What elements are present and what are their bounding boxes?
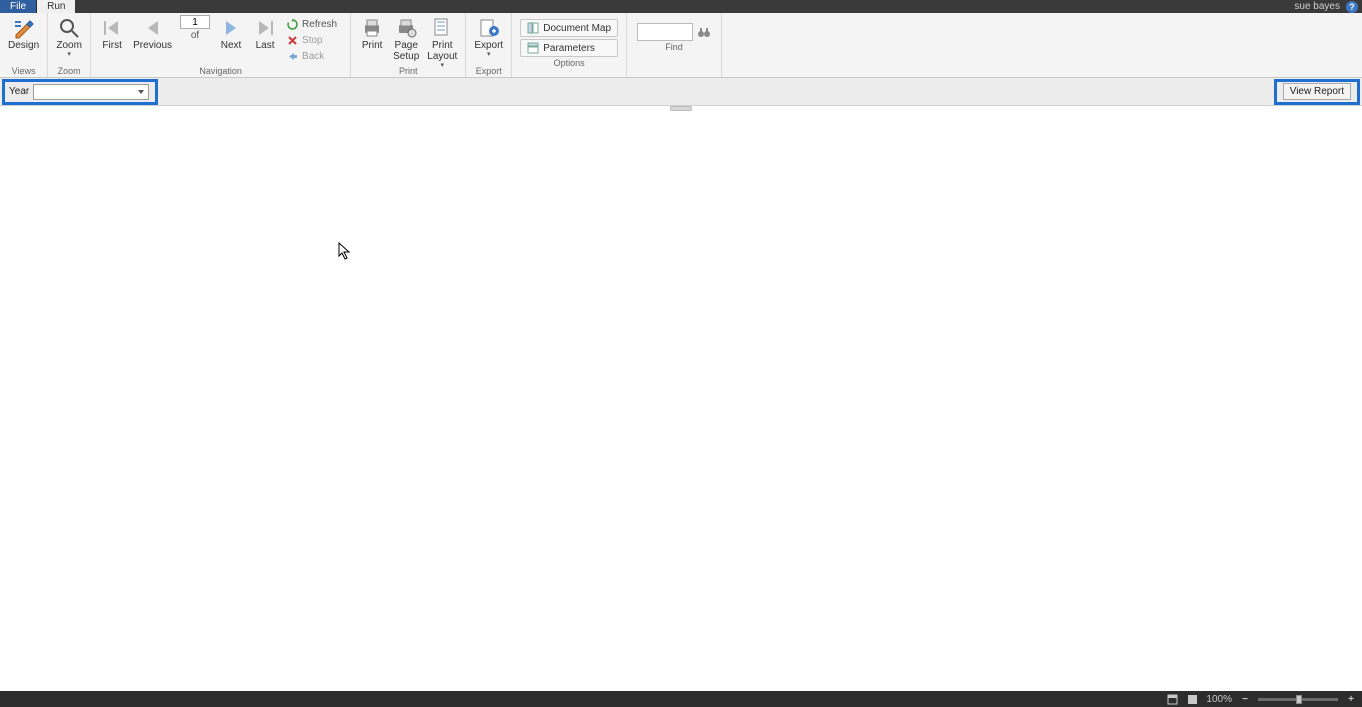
last-label: Last <box>256 40 275 51</box>
print-layout-button[interactable]: Print Layout ▾ <box>423 15 461 71</box>
previous-page-button[interactable]: Previous <box>129 15 176 53</box>
document-map-button[interactable]: Document Map <box>520 19 618 37</box>
stop-label: Stop <box>302 35 323 46</box>
print-icon <box>361 17 383 39</box>
ribbon-group-navigation: First Previous of Next <box>91 13 351 77</box>
design-button[interactable]: Design <box>4 15 43 53</box>
page-setup-icon <box>395 17 417 39</box>
group-label-find: Find <box>631 41 717 53</box>
previous-page-icon <box>142 17 164 39</box>
design-label: Design <box>8 40 39 51</box>
param-year-dropdown[interactable] <box>33 84 149 100</box>
zoom-percent-label: 100% <box>1206 694 1232 705</box>
previous-label: Previous <box>133 40 172 51</box>
first-page-button[interactable]: First <box>95 15 129 53</box>
chevron-down-icon: ▾ <box>67 50 71 58</box>
document-map-icon <box>527 22 539 34</box>
parameters-icon <box>527 42 539 54</box>
report-viewer-area <box>0 111 1362 686</box>
nav-actions-column: Refresh Stop Back <box>282 15 341 64</box>
help-icon[interactable]: ? <box>1346 1 1358 13</box>
last-page-button[interactable]: Last <box>248 15 282 53</box>
print-label: Print <box>362 40 383 51</box>
export-icon <box>478 17 500 39</box>
page-number-input[interactable] <box>180 15 210 29</box>
ribbon-group-print: Print Page Setup Print Layout ▾ Print <box>351 13 466 77</box>
find-input[interactable] <box>637 23 693 41</box>
tab-file[interactable]: File <box>0 0 37 13</box>
document-map-label: Document Map <box>543 23 611 34</box>
title-bar: File Run sue bayes ? <box>0 0 1362 13</box>
stop-button: Stop <box>282 33 341 48</box>
refresh-label: Refresh <box>302 19 337 30</box>
view-report-highlight: View Report <box>1274 79 1360 105</box>
export-button[interactable]: Export ▾ <box>470 15 507 60</box>
ribbon-toolbar: Design Views Zoom ▾ Zoom First <box>0 13 1362 78</box>
chevron-down-icon: ▾ <box>487 50 491 58</box>
zoom-out-button[interactable]: − <box>1240 694 1250 705</box>
group-label-navigation: Navigation <box>95 65 346 77</box>
param-year-highlight: Year <box>2 79 158 105</box>
zoom-button[interactable]: Zoom ▾ <box>52 15 86 60</box>
ribbon-group-export: Export ▾ Export <box>466 13 512 77</box>
refresh-icon <box>286 19 298 31</box>
status-layout-icon-1[interactable] <box>1166 693 1178 705</box>
print-layout-icon <box>431 17 453 39</box>
group-label-print: Print <box>355 65 461 77</box>
view-report-button[interactable]: View Report <box>1283 83 1351 100</box>
group-label-export: Export <box>470 65 507 77</box>
param-year-label: Year <box>9 86 29 97</box>
zoom-in-button[interactable]: + <box>1346 694 1356 705</box>
first-label: First <box>102 40 121 51</box>
menu-tabs: File Run <box>0 0 75 13</box>
print-button[interactable]: Print <box>355 15 389 53</box>
stop-icon <box>286 35 298 47</box>
back-label: Back <box>302 51 324 62</box>
page-setup-label: Page Setup <box>393 40 419 62</box>
user-name-label: sue bayes <box>1294 1 1340 12</box>
first-page-icon <box>101 17 123 39</box>
status-layout-icon-2[interactable] <box>1186 693 1198 705</box>
group-label-views: Views <box>4 65 43 77</box>
print-layout-label: Print Layout <box>427 40 457 62</box>
parameter-bar: Year View Report <box>0 78 1362 106</box>
page-setup-button[interactable]: Page Setup <box>389 15 423 64</box>
next-label: Next <box>221 40 242 51</box>
refresh-button[interactable]: Refresh <box>282 17 341 32</box>
ribbon-group-zoom: Zoom ▾ Zoom <box>48 13 91 77</box>
tab-run[interactable]: Run <box>37 0 75 13</box>
zoom-slider-thumb[interactable] <box>1296 695 1302 704</box>
parameters-button[interactable]: Parameters <box>520 39 618 57</box>
parameters-label: Parameters <box>543 43 595 54</box>
page-number-box: of <box>176 15 214 41</box>
next-page-icon <box>220 17 242 39</box>
zoom-slider[interactable] <box>1258 698 1338 701</box>
binoculars-icon[interactable] <box>697 25 711 39</box>
last-page-icon <box>254 17 276 39</box>
zoom-icon <box>58 17 80 39</box>
ribbon-group-options: Document Map Parameters Options <box>512 13 627 77</box>
group-label-zoom: Zoom <box>52 65 86 77</box>
page-of-label: of <box>191 30 199 41</box>
back-icon <box>286 51 298 63</box>
cursor-icon <box>338 242 352 260</box>
ribbon-group-find: Find <box>627 13 722 77</box>
next-page-button[interactable]: Next <box>214 15 248 53</box>
design-icon <box>13 17 35 39</box>
ribbon-group-views: Design Views <box>0 13 48 77</box>
group-label-options: Options <box>516 57 622 69</box>
back-button: Back <box>282 49 341 64</box>
status-bar: 100% − + <box>0 691 1362 707</box>
